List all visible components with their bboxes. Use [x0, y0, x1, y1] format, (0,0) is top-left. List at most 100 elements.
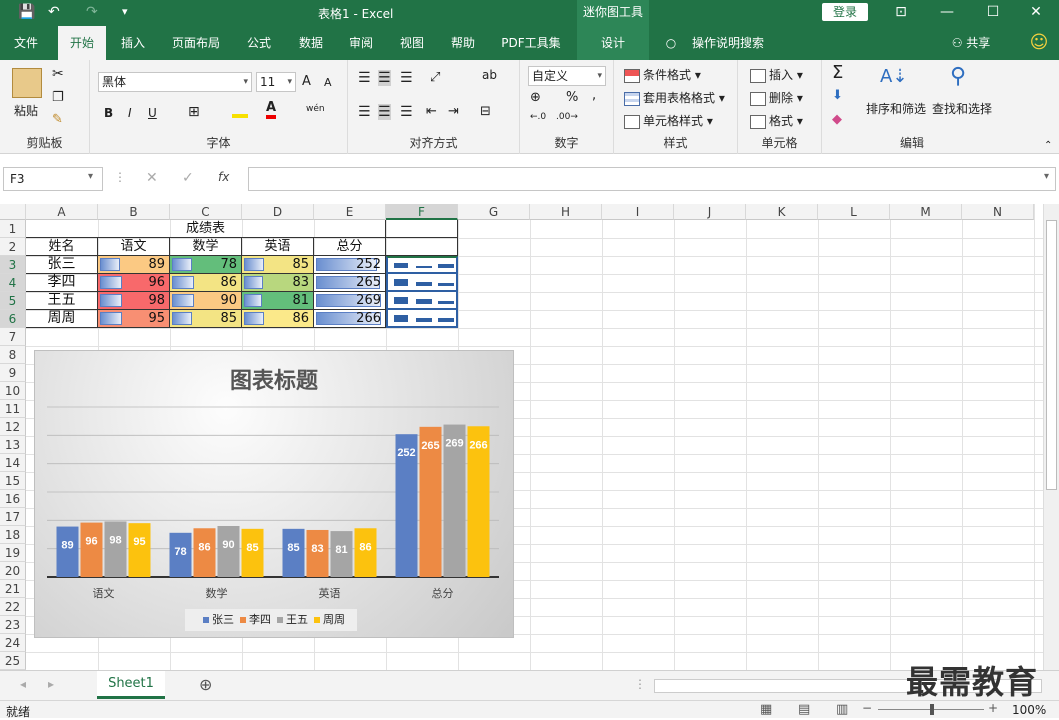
- bar-chart[interactable]: 图表标题 89 96 98 95 语文 78 86 90 85 数学 85 83 81 86 英语 252 26…: [34, 350, 514, 638]
- collapse-ribbon-icon[interactable]: ⌃: [1044, 140, 1052, 151]
- column-header[interactable]: E: [314, 204, 386, 220]
- row-header[interactable]: 3: [0, 256, 26, 274]
- row-header[interactable]: 6: [0, 310, 26, 328]
- row-header[interactable]: 13: [0, 436, 26, 454]
- underline-button[interactable]: U: [148, 106, 157, 120]
- align-middle-icon[interactable]: ☰: [378, 70, 391, 86]
- row-header[interactable]: 2: [0, 238, 26, 256]
- column-header[interactable]: F: [386, 204, 458, 220]
- score-cell[interactable]: 252: [314, 256, 386, 274]
- tab-file[interactable]: 文件: [0, 26, 52, 60]
- share-button[interactable]: ⚇ 共享: [946, 26, 996, 60]
- tell-me-search[interactable]: 操作说明搜索: [688, 26, 768, 60]
- row-header[interactable]: 17: [0, 508, 26, 526]
- tab-split-grip-icon[interactable]: ⋮: [634, 677, 646, 691]
- tab-view[interactable]: 视图: [389, 26, 435, 60]
- format-as-table-button[interactable]: 套用表格格式 ▾: [624, 89, 725, 106]
- find-select-button[interactable]: 查找和选择: [932, 100, 992, 117]
- tab-home[interactable]: 开始: [58, 26, 106, 60]
- column-header[interactable]: C: [170, 204, 242, 220]
- score-cell[interactable]: 85: [170, 310, 242, 328]
- row-header[interactable]: 20: [0, 562, 26, 580]
- quick-access-more-icon[interactable]: ▾: [122, 3, 128, 21]
- increase-decimal-icon[interactable]: ←.0: [530, 112, 546, 122]
- tab-pdf-tools[interactable]: PDF工具集: [492, 26, 570, 60]
- column-header[interactable]: N: [962, 204, 1034, 220]
- maximize-icon[interactable]: ☐: [970, 0, 1016, 26]
- score-cell[interactable]: 83: [242, 274, 314, 292]
- row-header[interactable]: 1: [0, 220, 26, 238]
- wrap-text-icon[interactable]: ab: [482, 68, 497, 82]
- sparkline-cell[interactable]: [386, 274, 458, 292]
- tab-data[interactable]: 数据: [288, 26, 334, 60]
- insert-function-icon[interactable]: fx: [218, 170, 229, 184]
- zoom-slider-thumb[interactable]: [930, 704, 934, 715]
- align-bottom-icon[interactable]: ☰: [400, 70, 413, 86]
- column-header[interactable]: B: [98, 204, 170, 220]
- normal-view-icon[interactable]: ▦: [760, 702, 772, 717]
- tab-insert[interactable]: 插入: [110, 26, 156, 60]
- shrink-font-button[interactable]: A: [324, 76, 332, 89]
- comma-button[interactable]: ,: [592, 88, 596, 103]
- score-cell[interactable]: 81: [242, 292, 314, 310]
- sheet-next-icon[interactable]: ▸: [48, 677, 54, 691]
- cut-icon[interactable]: ✂: [52, 66, 64, 82]
- close-icon[interactable]: ✕: [1013, 0, 1059, 26]
- redo-icon[interactable]: ↷: [86, 3, 98, 21]
- vertical-scrollbar[interactable]: [1043, 204, 1059, 670]
- score-cell[interactable]: 89: [98, 256, 170, 274]
- zoom-in-icon[interactable]: +: [988, 701, 998, 715]
- column-header-cell[interactable]: 语文: [98, 238, 170, 256]
- paste-icon[interactable]: [12, 68, 42, 98]
- student-name-cell[interactable]: 王五: [26, 292, 98, 310]
- legend-entry[interactable]: 李四: [249, 613, 271, 626]
- column-header[interactable]: J: [674, 204, 746, 220]
- row-header[interactable]: 18: [0, 526, 26, 544]
- decrease-decimal-icon[interactable]: .00→: [556, 112, 578, 122]
- grow-font-button[interactable]: A: [302, 74, 311, 89]
- student-name-cell[interactable]: 周周: [26, 310, 98, 328]
- font-color-icon[interactable]: A: [266, 100, 277, 119]
- format-painter-icon[interactable]: ✎: [52, 112, 63, 127]
- align-center-icon[interactable]: ☰: [378, 104, 391, 120]
- phonetic-button[interactable]: wén: [306, 104, 325, 114]
- font-size-select[interactable]: 11: [256, 72, 296, 92]
- sparkline-cell[interactable]: [386, 256, 458, 274]
- login-button[interactable]: 登录: [822, 3, 868, 21]
- score-cell[interactable]: 95: [98, 310, 170, 328]
- save-icon[interactable]: 💾: [18, 3, 35, 21]
- column-header[interactable]: K: [746, 204, 818, 220]
- ribbon-display-options-icon[interactable]: ⊡: [878, 0, 924, 26]
- expand-formula-bar-icon[interactable]: ▾: [1044, 171, 1049, 182]
- zoom-level[interactable]: 100%: [1012, 703, 1046, 717]
- chart-legend[interactable]: 张三 李四 王五 周周: [185, 609, 357, 631]
- cell-styles-button[interactable]: 单元格样式 ▾: [624, 112, 713, 129]
- fill-color-icon[interactable]: [232, 102, 248, 118]
- table-cell[interactable]: [386, 238, 458, 256]
- align-top-icon[interactable]: ☰: [358, 70, 371, 86]
- zoom-out-icon[interactable]: −: [862, 701, 872, 715]
- column-header-cell[interactable]: 姓名: [26, 238, 98, 256]
- tab-review[interactable]: 审阅: [338, 26, 384, 60]
- table-title[interactable]: 成绩表: [26, 220, 386, 238]
- find-select-icon[interactable]: ⚲: [950, 64, 966, 89]
- cancel-entry-icon[interactable]: ✕: [146, 170, 158, 186]
- align-right-icon[interactable]: ☰: [400, 104, 413, 120]
- score-cell[interactable]: 90: [170, 292, 242, 310]
- row-header[interactable]: 25: [0, 652, 26, 670]
- row-header[interactable]: 14: [0, 454, 26, 472]
- column-header-cell[interactable]: 总分: [314, 238, 386, 256]
- sort-filter-icon[interactable]: A⇣: [880, 66, 907, 87]
- sparkline-cell[interactable]: [386, 310, 458, 328]
- align-left-icon[interactable]: ☰: [358, 104, 371, 120]
- column-header-cell[interactable]: 数学: [170, 238, 242, 256]
- column-header-cell[interactable]: 英语: [242, 238, 314, 256]
- row-header[interactable]: 23: [0, 616, 26, 634]
- font-name-select[interactable]: 黑体: [98, 72, 252, 92]
- row-header[interactable]: 8: [0, 346, 26, 364]
- column-header[interactable]: D: [242, 204, 314, 220]
- percent-button[interactable]: %: [566, 90, 578, 105]
- column-header[interactable]: M: [890, 204, 962, 220]
- row-header[interactable]: 16: [0, 490, 26, 508]
- delete-cells-button[interactable]: 删除 ▾: [750, 89, 803, 106]
